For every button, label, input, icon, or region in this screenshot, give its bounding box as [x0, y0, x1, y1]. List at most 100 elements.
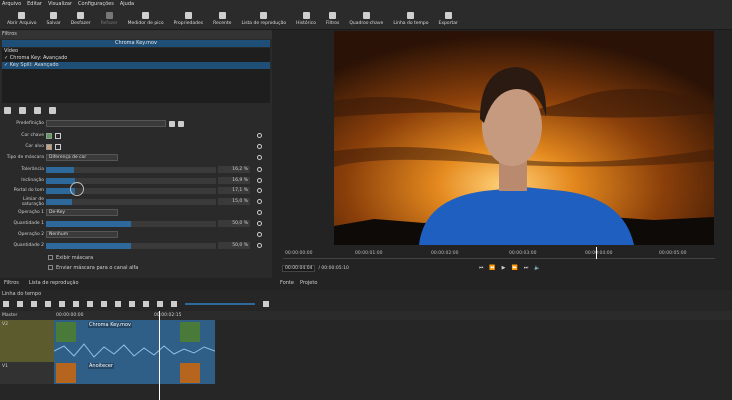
eyedropper-icon[interactable]: [55, 132, 61, 139]
export-button[interactable]: Exportar: [434, 8, 463, 30]
tab-source[interactable]: Fonte: [280, 280, 294, 286]
zoom-out-icon[interactable]: [171, 300, 177, 307]
slope-slider[interactable]: [46, 177, 216, 184]
undo-icon: [77, 12, 85, 19]
video-preview[interactable]: [334, 31, 714, 245]
menu-ajuda[interactable]: Ajuda: [120, 1, 134, 7]
play-icon[interactable]: ▶: [502, 265, 506, 271]
add-filter-icon[interactable]: [4, 106, 11, 114]
remove-preset-icon[interactable]: [178, 120, 184, 127]
clip-sunset[interactable]: Anoitecer: [54, 362, 215, 384]
reset-icon[interactable]: [257, 221, 262, 226]
slope-value[interactable]: 16,9 %: [218, 177, 250, 184]
peak-meter-button[interactable]: Medidor de pico: [123, 8, 169, 30]
mask-type-select[interactable]: Diferença de cor: [46, 154, 118, 161]
tolerance-value[interactable]: 16,2 %: [218, 166, 250, 173]
copy-filter-icon[interactable]: [34, 106, 41, 114]
menu-visualizar[interactable]: Visualizar: [48, 1, 72, 7]
snap-icon[interactable]: [129, 300, 135, 307]
menu-arquivo[interactable]: Arquivo: [2, 1, 21, 7]
reset-icon[interactable]: [257, 144, 262, 149]
paste-icon[interactable]: [45, 300, 51, 307]
menu-editar[interactable]: Editar: [27, 1, 42, 7]
clip-thumbnail: [56, 322, 76, 342]
viewer-playhead[interactable]: [596, 247, 597, 259]
hue-gate-value[interactable]: 17,1 %: [218, 187, 250, 194]
copy-icon[interactable]: [31, 300, 37, 307]
zoom-in-icon[interactable]: [263, 300, 269, 307]
filters-button[interactable]: Filtros: [321, 8, 344, 30]
reset-icon[interactable]: [257, 232, 262, 237]
track-header-v2[interactable]: V2: [0, 320, 54, 362]
menu-configuracoes[interactable]: Configurações: [78, 1, 114, 7]
tolerance-slider[interactable]: [46, 166, 216, 173]
playlist-button[interactable]: Lista de reprodução: [236, 8, 291, 30]
menu-icon[interactable]: [3, 300, 9, 307]
reset-icon[interactable]: [257, 199, 262, 204]
reset-icon[interactable]: [257, 243, 262, 248]
operation1-select[interactable]: De-Key: [46, 209, 118, 216]
amount1-value[interactable]: 50,0 %: [218, 220, 250, 227]
zoom-slider[interactable]: [185, 302, 255, 305]
clip-chroma-key[interactable]: Chroma Key.mov: [54, 320, 215, 362]
preset-select[interactable]: [46, 120, 166, 127]
amount2-value[interactable]: 50,0 %: [218, 242, 250, 249]
key-color-swatch[interactable]: [46, 132, 52, 139]
show-mask-checkbox[interactable]: [48, 255, 53, 260]
timeline-playhead[interactable]: [159, 311, 160, 400]
timeline-ruler[interactable]: 00:00:00:00 00:00:02:15: [54, 311, 732, 320]
overwrite-icon[interactable]: [101, 300, 107, 307]
recent-button[interactable]: Recente: [208, 8, 236, 30]
ruler-tick: 00:00:03:00: [509, 251, 537, 256]
target-color-swatch[interactable]: [46, 143, 52, 150]
track-header-v1[interactable]: V1: [0, 362, 54, 384]
properties-button[interactable]: Propriedades: [169, 8, 208, 30]
tab-project[interactable]: Projeto: [300, 280, 317, 286]
open-file-button[interactable]: Abrir Arquivo: [2, 8, 42, 30]
ruler-tick: 00:00:05:00: [659, 251, 687, 256]
scrub-icon[interactable]: [143, 300, 149, 307]
history-button[interactable]: Histórico: [291, 8, 321, 30]
redo-icon: [105, 12, 113, 19]
reset-icon[interactable]: [257, 210, 262, 215]
reset-icon[interactable]: [257, 155, 262, 160]
operation2-select[interactable]: Nenhum: [46, 231, 118, 238]
tab-filters[interactable]: Filtros: [4, 280, 19, 286]
skip-start-icon[interactable]: ⏮: [479, 265, 484, 271]
lift-icon[interactable]: [87, 300, 93, 307]
clock-icon: [218, 12, 226, 19]
saturation-value[interactable]: 15,0 %: [218, 198, 250, 205]
add-preset-icon[interactable]: [169, 120, 175, 127]
remove-icon[interactable]: [73, 300, 79, 307]
append-icon[interactable]: [59, 300, 65, 307]
filter-item-chroma-key[interactable]: ✓ Chroma Key: Avançado: [2, 55, 270, 62]
split-icon[interactable]: [115, 300, 121, 307]
reset-icon[interactable]: [257, 188, 262, 193]
redo-button[interactable]: Refazer: [96, 8, 123, 30]
save-button[interactable]: Salvar: [42, 8, 66, 30]
skip-end-icon[interactable]: ⏭: [524, 265, 529, 271]
reset-icon[interactable]: [257, 133, 262, 138]
undo-button[interactable]: Desfazer: [66, 8, 96, 30]
viewer-ruler[interactable]: 00:00:00:00 00:00:01:00 00:00:02:00 00:0…: [283, 247, 715, 259]
filter-item-key-spill[interactable]: ✓ Key Spill: Avançado: [2, 62, 270, 69]
amount2-slider[interactable]: [46, 242, 216, 249]
reset-icon[interactable]: [257, 178, 262, 183]
tab-playlist[interactable]: Lista de reprodução: [29, 280, 79, 286]
keyframes-button[interactable]: Quadros-chave: [344, 8, 388, 30]
reset-icon[interactable]: [257, 167, 262, 172]
remove-filter-icon[interactable]: [19, 106, 26, 114]
ripple-icon[interactable]: [157, 300, 163, 307]
menu-bar: Arquivo Editar Visualizar Configurações …: [0, 0, 732, 8]
forward-icon[interactable]: ⏩: [511, 265, 517, 271]
paste-filter-icon[interactable]: [49, 106, 56, 114]
amount1-slider[interactable]: [46, 220, 216, 227]
timeline-button[interactable]: Linha do tempo: [388, 8, 433, 30]
eyedropper-icon[interactable]: [55, 143, 61, 150]
volume-icon[interactable]: 🔈: [534, 265, 540, 271]
send-mask-checkbox[interactable]: [48, 265, 53, 270]
rewind-icon[interactable]: ⏪: [489, 265, 495, 271]
cut-icon[interactable]: [17, 300, 23, 307]
saturation-slider[interactable]: [46, 198, 216, 205]
current-timecode[interactable]: 00:00:04:04: [282, 264, 316, 272]
